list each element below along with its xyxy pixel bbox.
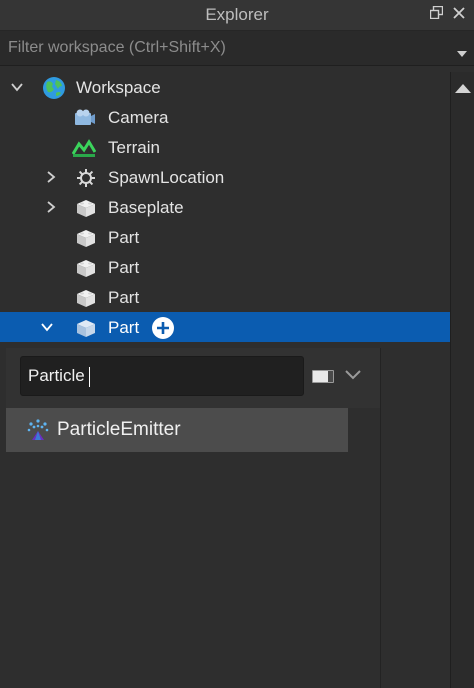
insert-search-box[interactable] <box>20 356 304 396</box>
tree-item-label: Workspace <box>76 78 161 97</box>
tree-item-part[interactable]: Part <box>0 282 450 312</box>
insert-search-area <box>6 348 380 408</box>
camera-icon <box>74 108 95 128</box>
tree-item-label: Baseplate <box>108 198 184 217</box>
insert-object-popup: ParticleEmitter <box>6 348 381 688</box>
filter-dropdown-icon[interactable] <box>457 44 467 62</box>
tree-item-baseplate[interactable]: Baseplate <box>0 192 450 222</box>
part-icon <box>75 288 95 308</box>
tree-item-spawnlocation[interactable]: SpawnLocation <box>0 162 450 192</box>
toggle-icon[interactable] <box>312 370 334 383</box>
tree-item-label: Part <box>108 228 140 247</box>
restore-icon[interactable] <box>430 6 443 19</box>
chevron-down-icon[interactable] <box>40 320 54 334</box>
tree-item-part-selected[interactable]: Part <box>0 312 450 342</box>
tree-item-label: Part <box>108 258 140 277</box>
explorer-titlebar: Explorer <box>0 0 474 31</box>
filter-workspace-input[interactable] <box>8 37 438 59</box>
chevron-right-icon[interactable] <box>44 170 58 184</box>
part-icon <box>75 318 95 338</box>
scroll-up-arrow-icon[interactable] <box>455 80 471 98</box>
search-result-item[interactable]: ParticleEmitter <box>6 408 348 452</box>
close-icon[interactable] <box>453 6 465 19</box>
insert-object-button[interactable] <box>152 317 174 339</box>
tree-item-label: Part <box>108 288 140 307</box>
explorer-tree: Workspace Camera Terrain SpawnLocation B… <box>0 72 450 348</box>
tree-item-part[interactable]: Part <box>0 222 450 252</box>
filter-bar <box>0 31 474 66</box>
tree-item-camera[interactable]: Camera <box>0 102 450 132</box>
part-icon <box>75 198 95 218</box>
chevron-down-icon[interactable] <box>10 80 24 94</box>
chevron-down-icon[interactable] <box>344 368 362 386</box>
tree-item-label: Part <box>108 318 140 337</box>
tree-item-workspace[interactable]: Workspace <box>0 72 450 102</box>
search-result-label: ParticleEmitter <box>57 419 181 440</box>
vertical-scrollbar[interactable] <box>450 72 474 688</box>
particle-emitter-icon <box>26 418 50 442</box>
tree-item-part[interactable]: Part <box>0 252 450 282</box>
tree-item-terrain[interactable]: Terrain <box>0 132 450 162</box>
panel-title: Explorer <box>205 5 269 24</box>
part-icon <box>75 258 95 278</box>
workspace-globe-icon <box>42 76 66 100</box>
tree-item-label: Terrain <box>108 138 160 157</box>
plus-icon <box>157 322 169 334</box>
insert-search-input[interactable] <box>28 366 288 386</box>
tree-item-label: Camera <box>108 108 169 127</box>
part-icon <box>75 228 95 248</box>
tree-item-label: SpawnLocation <box>108 168 225 187</box>
text-cursor <box>89 367 90 387</box>
chevron-right-icon[interactable] <box>44 200 58 214</box>
terrain-icon <box>71 138 97 158</box>
spawn-location-icon <box>76 168 96 188</box>
